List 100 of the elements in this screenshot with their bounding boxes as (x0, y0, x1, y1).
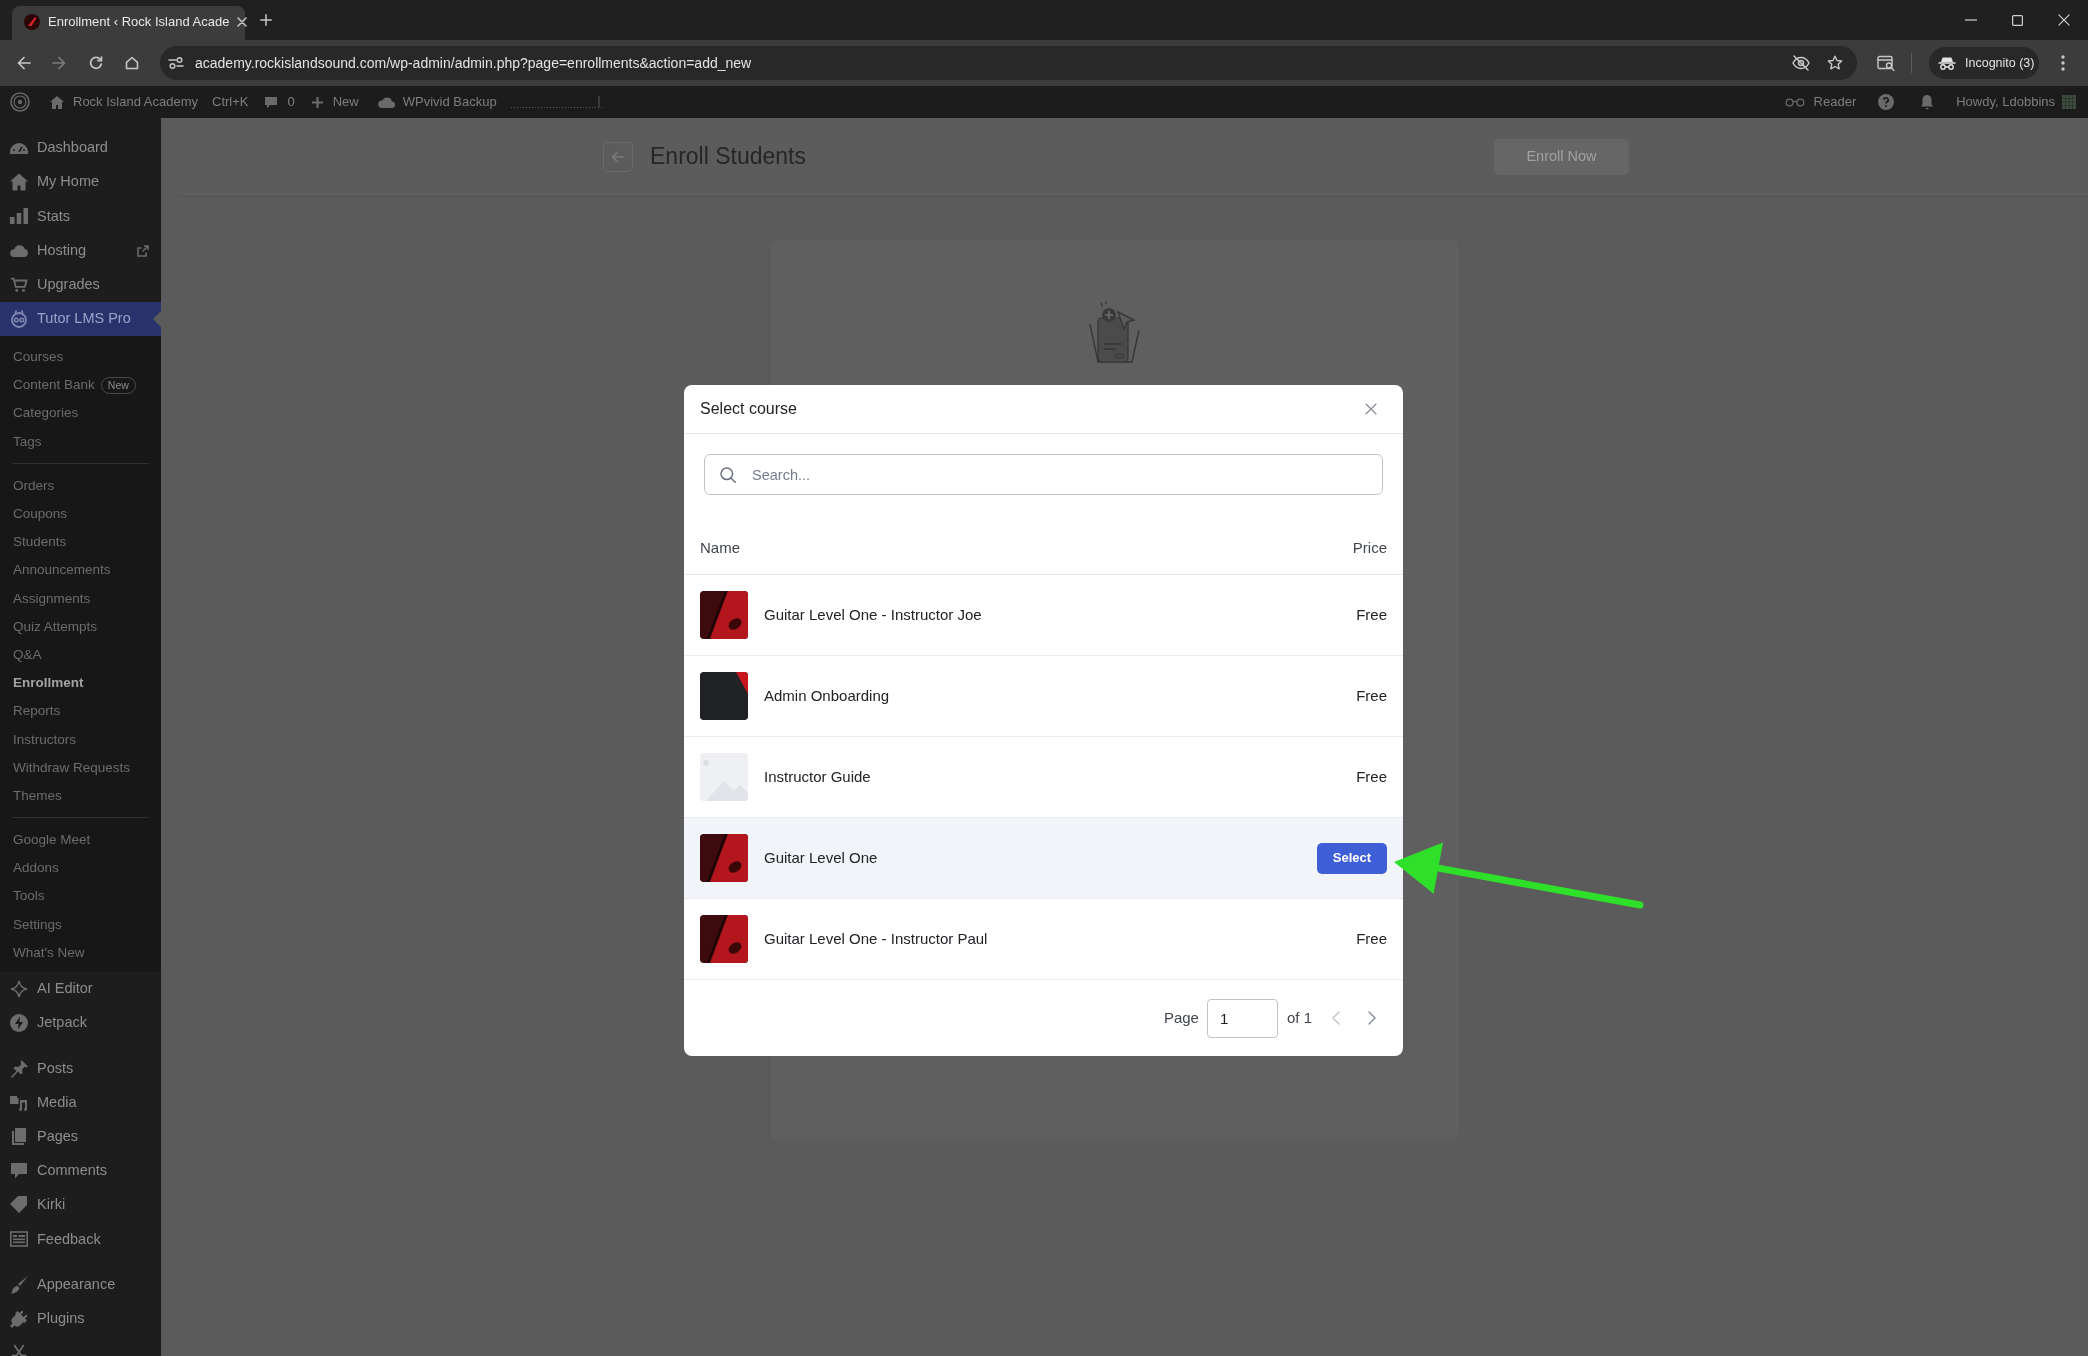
submenu-item[interactable]: Addons (13, 858, 59, 879)
backup-link[interactable]: WPvivid Backup (376, 92, 497, 112)
sidebar-menu-item[interactable]: Stats (0, 199, 161, 234)
course-name: Guitar Level One (764, 847, 878, 868)
course-name: Admin Onboarding (764, 685, 890, 706)
sidebar-menu-item[interactable]: Hosting (0, 233, 161, 268)
external-link-icon (137, 244, 149, 257)
sidebar-menu-item[interactable]: Tutor LMS Pro (0, 301, 161, 337)
home-icon[interactable] (125, 56, 139, 70)
submenu-item[interactable]: Coupons (13, 504, 68, 525)
submenu-item[interactable]: Google Meet (13, 830, 91, 851)
submenu-item[interactable]: Tools (13, 886, 45, 907)
course-price: Free (1356, 766, 1387, 787)
address-bar[interactable]: academy.rockislandsound.com/wp-admin/admin.php?page=enrollments&action=add_new (160, 46, 1857, 80)
course-price: Free (1356, 604, 1387, 625)
cart-icon (10, 275, 28, 294)
submenu-item[interactable]: Settings (13, 914, 62, 935)
eye-slash-icon[interactable] (1792, 55, 1810, 71)
profile-button[interactable]: Incognito (3) (1929, 47, 2039, 79)
submenu-item[interactable]: Students (13, 532, 67, 553)
help-icon[interactable] (1878, 94, 1895, 110)
brush-icon (10, 1275, 28, 1294)
new-content-link[interactable]: New (311, 92, 359, 112)
reload-icon[interactable] (89, 56, 103, 70)
shortcut-hint: Ctrl+K (212, 93, 249, 112)
sidebar-menu-item[interactable]: Comments (0, 1154, 161, 1189)
column-header: Price (1352, 538, 1387, 559)
course-name: Guitar Level One - Instructor Paul (764, 928, 988, 949)
submenu-item[interactable]: Enrollment (13, 673, 84, 694)
plug-icon (10, 1309, 28, 1328)
submenu-item[interactable]: Reports (13, 701, 61, 722)
submenu-item[interactable]: What's New (13, 942, 85, 964)
comment-icon (10, 1162, 28, 1181)
image-placeholder (700, 753, 748, 801)
course-name: Instructor Guide (764, 766, 871, 787)
course-price: Free (1356, 928, 1387, 949)
submenu-item[interactable]: Withdraw Requests (13, 757, 131, 778)
sidebar-menu-item[interactable]: Upgrades (0, 267, 161, 302)
left-arrow-icon (611, 151, 625, 163)
avatar-icon (2062, 95, 2076, 109)
page-number-field[interactable]: 1 (1206, 998, 1278, 1038)
sidebar-menu-item[interactable]: Pages (0, 1119, 161, 1154)
sidebar-menu-item[interactable]: Media (0, 1085, 161, 1120)
star-icon[interactable] (1827, 55, 1843, 71)
media-icon (10, 1093, 28, 1112)
page-label: Page (1163, 1007, 1199, 1028)
sidebar-menu-item[interactable]: Feedback (0, 1222, 161, 1257)
favicon-icon (24, 13, 40, 30)
site-name-link[interactable]: Rock Island Academy (50, 92, 198, 112)
browser-tab[interactable]: Enrollment ‹ Rock Island Acade (12, 6, 245, 40)
sidebar-menu-item[interactable]: Kirki (0, 1188, 161, 1223)
submenu-item[interactable]: Courses (13, 347, 64, 368)
submenu-item[interactable]: Instructors (13, 729, 77, 750)
more-menu-icon[interactable] (2061, 55, 2065, 71)
sidebar-menu-item[interactable]: Plugins (0, 1301, 161, 1336)
account-link[interactable]: Howdy, Ldobbins (1956, 92, 2076, 112)
search-field[interactable]: Search... (704, 454, 1383, 495)
sparkle-icon (10, 980, 28, 999)
bell-icon[interactable] (1920, 94, 1935, 110)
sidebar-menu-item[interactable]: Jetpack (0, 1006, 161, 1041)
close-icon[interactable] (2058, 14, 2070, 26)
page-total: of 1 (1286, 1007, 1312, 1028)
tab-search-icon[interactable] (1877, 55, 1895, 71)
course-thumbnail (700, 672, 748, 720)
column-header: Name (700, 538, 740, 559)
sidebar-menu-item[interactable]: Appearance (0, 1267, 161, 1302)
sidebar-menu-item[interactable]: My Home (0, 165, 161, 200)
reader-link[interactable]: Reader (1784, 92, 1857, 112)
submenu-item[interactable]: Content Bank (13, 375, 95, 396)
sidebar-menu-item[interactable]: Dashboard (0, 131, 161, 166)
submenu-item[interactable]: Announcements (13, 560, 111, 581)
home-icon (50, 95, 64, 109)
table-row[interactable]: Guitar Level One Select (684, 818, 1403, 899)
submenu-item[interactable]: Assignments (13, 588, 91, 609)
submenu-item[interactable]: Quiz Attempts (13, 616, 98, 638)
course-thumbnail (700, 834, 748, 882)
pages-icon (10, 1127, 28, 1146)
plus-icon[interactable] (260, 14, 272, 26)
tune-icon[interactable] (168, 56, 184, 70)
submenu-item[interactable]: Q&A (13, 644, 42, 666)
back-arrow-icon[interactable] (17, 56, 31, 70)
chevron-right-icon[interactable] (1368, 1011, 1376, 1025)
owl-icon (10, 310, 28, 329)
sidebar-menu-item[interactable]: Posts (0, 1051, 161, 1086)
tag-icon (10, 1196, 28, 1215)
forward-arrow-icon[interactable] (52, 56, 66, 70)
form-icon (10, 1230, 28, 1249)
logo-icon[interactable] (10, 92, 30, 112)
course-thumbnail (700, 591, 748, 639)
course-name: Guitar Level One - Instructor Joe (764, 604, 982, 625)
select-button[interactable]: Select (1317, 842, 1387, 874)
submenu-item[interactable]: Tags (13, 431, 42, 452)
maximize-icon[interactable] (2012, 14, 2023, 26)
comments-link[interactable]: 0 (263, 92, 295, 112)
submenu-item[interactable]: Orders (13, 475, 55, 497)
dialog-title: Select course (700, 399, 797, 419)
submenu-item[interactable]: Themes (13, 785, 62, 807)
close-icon[interactable] (237, 16, 248, 27)
sidebar-menu-item[interactable]: AI Editor (0, 972, 161, 1007)
submenu-item[interactable]: Categories (13, 403, 79, 424)
